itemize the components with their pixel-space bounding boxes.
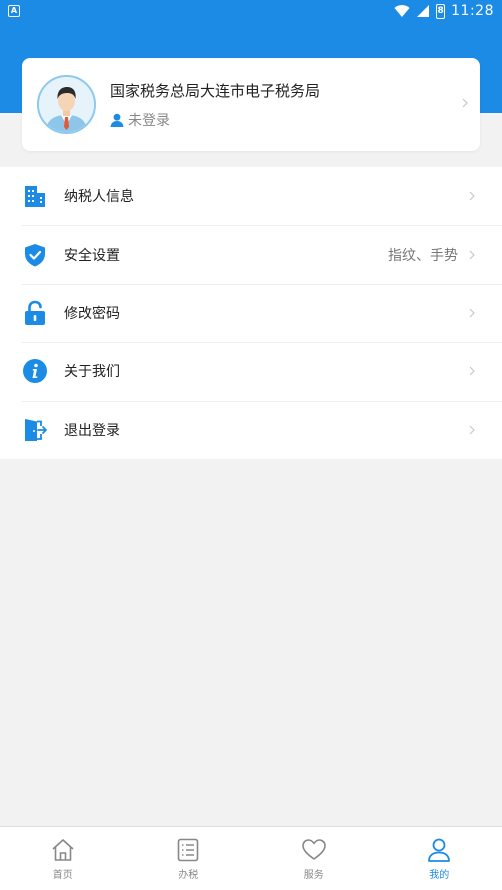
menu-item-logout[interactable]: 退出登录 bbox=[0, 400, 502, 459]
heart-icon bbox=[301, 839, 326, 860]
shield-check-icon bbox=[25, 243, 45, 267]
chevron-right-icon bbox=[469, 308, 475, 318]
clock: 11:28 bbox=[451, 3, 494, 19]
tab-services[interactable]: 服务 bbox=[251, 827, 377, 890]
tab-label: 首页 bbox=[52, 870, 73, 881]
tab-label: 办税 bbox=[178, 870, 199, 881]
signal-icon bbox=[417, 5, 430, 17]
unlock-icon bbox=[25, 300, 45, 325]
user-icon bbox=[110, 113, 124, 127]
menu-item-label: 退出登录 bbox=[64, 422, 120, 439]
tab-label: 服务 bbox=[303, 870, 324, 881]
menu-item-security-settings[interactable]: 安全设置 指纹、手势 bbox=[0, 225, 502, 283]
battery-icon: 8 bbox=[436, 3, 446, 19]
notification-icon: A bbox=[8, 5, 20, 17]
chevron-right-icon bbox=[462, 98, 468, 108]
list-icon bbox=[177, 838, 199, 862]
tab-tax[interactable]: 办税 bbox=[126, 827, 252, 890]
menu-item-taxpayer-info[interactable]: 纳税人信息 bbox=[0, 167, 502, 225]
exit-door-icon bbox=[25, 418, 47, 441]
wifi-icon bbox=[394, 5, 410, 18]
chevron-right-icon bbox=[469, 250, 475, 260]
menu-item-label: 纳税人信息 bbox=[64, 189, 134, 206]
chevron-right-icon bbox=[469, 425, 475, 435]
bottom-tab-bar: 首页 办税 服务 我的 bbox=[0, 826, 502, 890]
chevron-right-icon bbox=[469, 366, 475, 376]
status-bar: A 8 11:28 bbox=[0, 0, 502, 24]
person-icon bbox=[428, 838, 451, 862]
menu-item-about-us[interactable]: 关于我们 bbox=[0, 342, 502, 400]
profile-card[interactable]: 国家税务总局大连市电子税务局 未登录 bbox=[22, 58, 480, 151]
org-name: 国家税务总局大连市电子税务局 bbox=[110, 82, 321, 100]
tab-label: 我的 bbox=[429, 870, 450, 881]
settings-menu: 纳税人信息 安全设置 指纹、手势 修改密码 关于我们 退出登录 bbox=[0, 167, 502, 459]
chevron-right-icon bbox=[469, 191, 475, 201]
login-status-label: 未登录 bbox=[128, 113, 170, 129]
login-status[interactable]: 未登录 bbox=[110, 110, 170, 130]
battery-level: 8 bbox=[437, 5, 444, 16]
avatar bbox=[37, 75, 96, 134]
home-icon bbox=[52, 839, 74, 861]
menu-item-label: 修改密码 bbox=[64, 305, 120, 322]
menu-item-label: 安全设置 bbox=[64, 247, 120, 264]
menu-item-label: 关于我们 bbox=[64, 364, 120, 381]
tab-home[interactable]: 首页 bbox=[0, 827, 126, 890]
building-icon bbox=[25, 186, 45, 208]
tab-mine[interactable]: 我的 bbox=[377, 827, 502, 890]
info-icon bbox=[23, 359, 47, 384]
menu-item-value: 指纹、手势 bbox=[388, 247, 458, 264]
menu-item-change-password[interactable]: 修改密码 bbox=[0, 283, 502, 342]
